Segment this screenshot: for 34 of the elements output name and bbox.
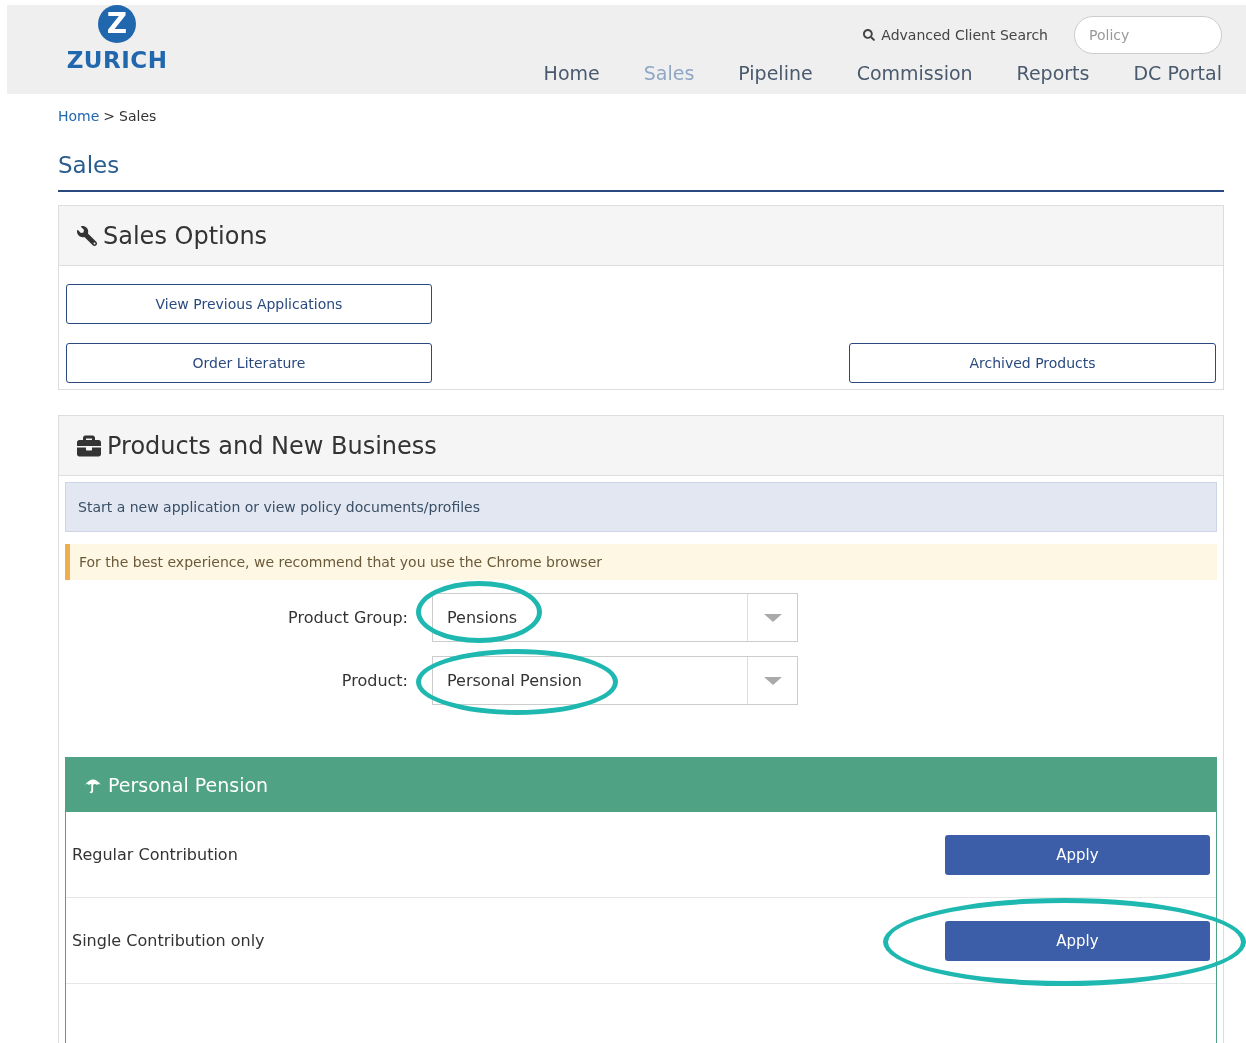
product-dropdown[interactable]: Pensions bbox=[432, 593, 798, 642]
apply-button[interactable]: Apply bbox=[945, 920, 1210, 961]
caret-icon bbox=[763, 676, 782, 685]
product-dropdown[interactable]: Personal Pension bbox=[432, 656, 798, 705]
logo-name: ZURICH bbox=[66, 49, 168, 72]
apply-button[interactable]: Apply bbox=[945, 834, 1210, 875]
breadcrumb-link[interactable]: Home bbox=[58, 108, 100, 124]
nav-link[interactable]: Reports bbox=[1016, 62, 1090, 84]
nav-link[interactable]: Commission bbox=[856, 62, 973, 84]
caret-icon bbox=[763, 613, 782, 622]
browser-warning: For the best experience, we recommend that you use the Chrome browser bbox=[65, 544, 1217, 580]
product-panel-title: Personal Pension bbox=[108, 774, 269, 796]
contribution-name: Regular Contribution bbox=[72, 845, 238, 864]
contribution-name: Single Contribution only bbox=[72, 931, 265, 950]
breadcrumb-current: Sales bbox=[119, 108, 157, 124]
wrench-icon bbox=[77, 225, 97, 246]
search-icon bbox=[863, 29, 876, 41]
option-button[interactable]: Order Literature bbox=[66, 343, 432, 383]
advanced-search-link[interactable]: Advanced Client Search bbox=[863, 27, 1048, 43]
panel-title: Products and New Business bbox=[107, 431, 437, 460]
option-button[interactable]: Archived Products bbox=[849, 343, 1216, 383]
option-button[interactable]: View Previous Applications bbox=[66, 284, 432, 324]
info-message: Start a new application or view policy documents/profiles bbox=[65, 482, 1217, 532]
field-label: Product: bbox=[340, 671, 409, 690]
policy-search-field[interactable]: Policy bbox=[1074, 16, 1222, 54]
page-title: Sales bbox=[58, 152, 1224, 192]
logo-mark: Z bbox=[98, 5, 136, 43]
field-label: Product Group: bbox=[287, 608, 409, 627]
nav-link[interactable]: DC Portal bbox=[1133, 62, 1222, 84]
nav-link[interactable]: Home bbox=[543, 62, 600, 84]
panel-title: Sales Options bbox=[103, 221, 268, 250]
briefcase-icon bbox=[77, 433, 101, 458]
breadcrumb-separator: > bbox=[103, 108, 116, 124]
nav-link[interactable]: Pipeline bbox=[738, 62, 813, 84]
